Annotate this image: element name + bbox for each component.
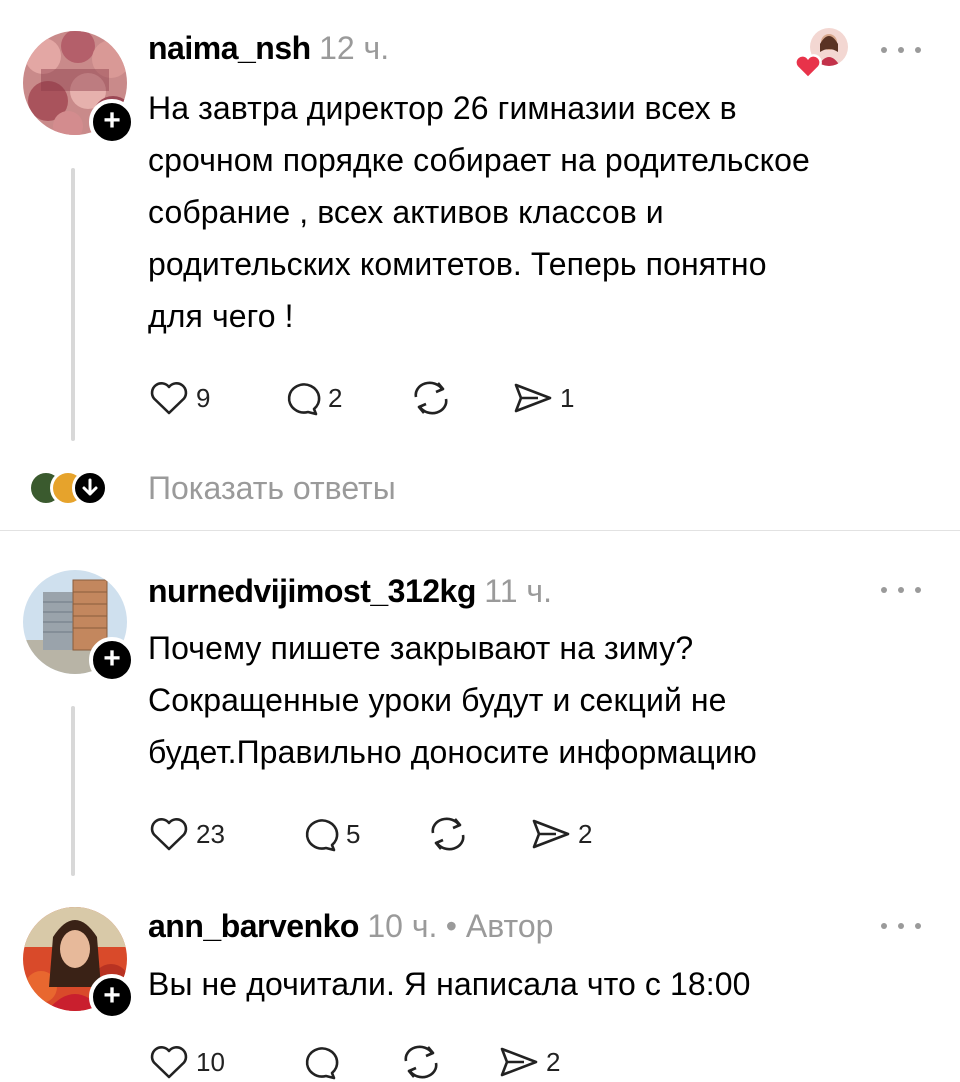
heart-icon xyxy=(150,382,188,415)
author-heart-icon xyxy=(794,53,822,80)
thread-line xyxy=(71,168,75,441)
comment-bubble-icon xyxy=(305,819,339,852)
repost-button[interactable] xyxy=(398,1042,450,1082)
share-button[interactable]: 2 xyxy=(496,1042,560,1082)
show-replies-link[interactable]: Показать ответы xyxy=(148,470,396,507)
comment-username[interactable]: naima_nsh 12 ч. xyxy=(148,30,389,67)
more-options-icon[interactable] xyxy=(879,584,923,596)
heart-icon xyxy=(150,1046,188,1079)
like-button[interactable]: 23 xyxy=(148,814,225,854)
repost-button[interactable] xyxy=(408,378,460,418)
heart-icon xyxy=(150,818,188,851)
share-button[interactable]: 1 xyxy=(510,378,574,418)
share-count: 2 xyxy=(578,818,593,849)
send-icon xyxy=(500,1047,538,1077)
reply-button[interactable] xyxy=(298,1042,346,1082)
reply-count: 5 xyxy=(346,818,361,849)
comment-time: 11 ч. xyxy=(484,573,552,609)
follow-plus-icon[interactable]: + xyxy=(89,637,135,683)
like-count: 23 xyxy=(196,818,225,849)
comment-time: 12 ч. xyxy=(319,30,390,66)
comment-username[interactable]: ann_barvenko 10 ч. • Автор xyxy=(148,908,553,945)
repost-button[interactable] xyxy=(425,814,477,854)
more-options-icon[interactable] xyxy=(879,44,923,56)
reply-button[interactable]: 5 xyxy=(298,814,360,854)
send-icon xyxy=(532,819,570,849)
author-tag: • Автор xyxy=(445,908,554,944)
repost-icon xyxy=(431,817,465,851)
follow-plus-icon[interactable]: + xyxy=(89,99,135,145)
reply-button[interactable]: 2 xyxy=(280,378,342,418)
repost-icon xyxy=(414,381,448,415)
comment-text: Вы не дочитали. Я написала что с 18:00 xyxy=(148,966,751,1002)
share-count: 1 xyxy=(560,382,575,413)
comment-time: 10 ч. xyxy=(367,908,438,944)
like-button[interactable]: 10 xyxy=(148,1042,225,1082)
reply-count: 2 xyxy=(328,382,343,413)
reply-avatars xyxy=(28,470,123,506)
repost-icon xyxy=(404,1045,438,1079)
follow-plus-icon[interactable]: + xyxy=(89,974,135,1020)
share-button[interactable]: 2 xyxy=(528,814,592,854)
send-icon xyxy=(514,383,552,413)
thread-line xyxy=(71,706,75,876)
comment-text: Почему пишете закрывают на зиму? Сокраще… xyxy=(148,630,757,770)
comment-username[interactable]: nurnedvijimost_312kg 11 ч. xyxy=(148,573,552,610)
comment-bubble-icon xyxy=(305,1047,339,1080)
like-count: 9 xyxy=(196,382,211,413)
like-button[interactable]: 9 xyxy=(148,378,210,418)
divider xyxy=(0,530,960,531)
comment-text: На завтра директор 26 гимназии всех в ср… xyxy=(148,90,810,334)
more-options-icon[interactable] xyxy=(879,920,923,932)
chevron-down-icon xyxy=(82,478,98,496)
comment-bubble-icon xyxy=(287,383,321,416)
